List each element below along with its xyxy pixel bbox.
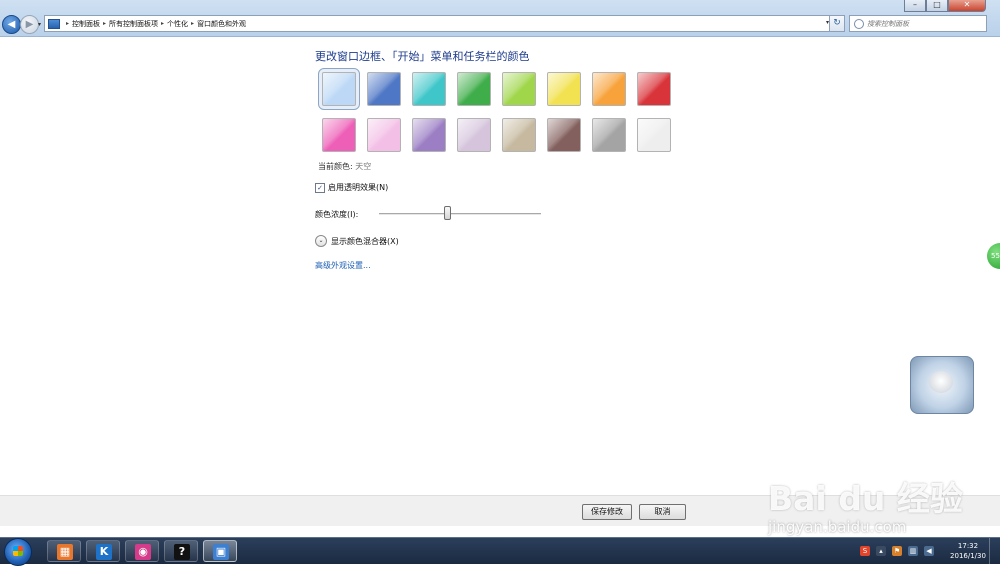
clock-date: 2016/1/30 [950, 552, 986, 560]
taskbar-button-metro[interactable]: ▦ [47, 540, 81, 562]
current-color: 当前颜色: 天空 [318, 161, 371, 172]
arrow-left-icon: ◀ [7, 19, 16, 30]
recent-pages-dropdown[interactable]: ▾ [38, 21, 41, 28]
intensity-slider-thumb[interactable] [443, 206, 451, 220]
control-panel-icon: ▣ [213, 544, 229, 560]
control-panel-icon [48, 18, 60, 29]
minimize-button[interactable]: – [904, 0, 926, 12]
color-swatch-sky[interactable] [318, 68, 360, 110]
taskbar-button-help[interactable]: ? [164, 540, 198, 562]
address-bar[interactable]: ▸ 控制面板 ▸ 所有控制面板项 ▸ 个性化 ▸ 窗口颜色和外观 ▾ [44, 15, 844, 32]
chevron-down-icon[interactable]: ⌄ [315, 235, 327, 247]
current-color-label: 当前颜色: [318, 162, 353, 171]
color-swatch-twilight[interactable] [367, 72, 401, 106]
color-swatch-violet[interactable] [412, 118, 446, 152]
breadcrumb-control-panel[interactable]: 控制面板 [72, 19, 100, 29]
intensity-slider-track[interactable] [379, 213, 541, 215]
window-controls: – □ ✕ [904, 0, 986, 12]
taskbar-button-color-wheel[interactable]: ◉ [125, 540, 159, 562]
tray-expand-icon[interactable]: ▴ [876, 546, 886, 556]
intensity-label: 颜色浓度(I): [315, 210, 359, 219]
color-swatch-sun[interactable] [547, 72, 581, 106]
current-color-value: 天空 [355, 162, 372, 171]
help-icon: ? [174, 544, 190, 560]
color-mixer-toggle[interactable]: ⌄ 显示颜色混合器(X) [315, 235, 399, 247]
network-icon[interactable]: ▥ [908, 546, 918, 556]
floating-speed-ball[interactable]: 55 [987, 243, 1000, 269]
show-desktop-button[interactable] [989, 538, 1000, 564]
color-mixer-label[interactable]: 显示颜色混合器(X) [331, 236, 399, 247]
watermark-text: Bai du 经验 [768, 479, 963, 518]
color-swatch-chocolate[interactable] [547, 118, 581, 152]
color-swatch-fuchsia[interactable] [322, 118, 356, 152]
explorer-toolbar: – □ ✕ ◀ ▶ ▾ ▸ 控制面板 ▸ 所有控制面板项 ▸ 个性化 ▸ 窗口颜… [0, 0, 1000, 37]
cancel-button[interactable]: 取消 [639, 504, 686, 520]
color-swatch-frost[interactable] [637, 118, 671, 152]
k-icon: K [96, 544, 112, 560]
color-swatch-sea[interactable] [412, 72, 446, 106]
close-button[interactable]: ✕ [948, 0, 986, 12]
search-icon [854, 18, 864, 29]
advanced-appearance-link[interactable]: 高级外观设置... [315, 260, 371, 271]
baidu-watermark: Bai du 经验 jingyan.baidu.com [768, 470, 968, 540]
save-changes-button[interactable]: 保存修改 [582, 504, 632, 520]
breadcrumb-separator[interactable]: ▸ [161, 20, 164, 27]
metro-icon: ▦ [57, 544, 73, 560]
maximize-button[interactable]: □ [926, 0, 948, 12]
system-tray: S ▴ ⚑ ▥ ◀ [860, 538, 940, 564]
breadcrumb-separator[interactable]: ▸ [103, 20, 106, 27]
color-swatch-taupe[interactable] [502, 118, 536, 152]
transparency-option[interactable]: ✓ 启用透明效果(N) [315, 182, 388, 193]
taskbar: ▦ K ◉? ▣ S ▴ ⚑ ▥ ◀ 17:32 2016/1/30 [0, 537, 1000, 566]
breadcrumb-personalization[interactable]: 个性化 [167, 19, 188, 29]
refresh-button[interactable]: ↻ [829, 15, 845, 32]
sogou-icon[interactable]: S [860, 546, 870, 556]
breadcrumb-separator[interactable]: ▸ [191, 20, 194, 27]
color-swatch-blush[interactable] [367, 118, 401, 152]
volume-icon[interactable]: ◀ [924, 546, 934, 556]
color-swatch-pumpkin[interactable] [592, 72, 626, 106]
back-button[interactable]: ◀ [2, 15, 21, 34]
search-box[interactable]: 搜索控制面板 [849, 15, 987, 32]
color-swatch-grid [318, 68, 682, 156]
breadcrumb-separator[interactable]: ▸ [66, 20, 69, 27]
transparency-checkbox[interactable]: ✓ [315, 182, 325, 193]
search-placeholder: 搜索控制面板 [867, 19, 909, 28]
warning-flag-icon[interactable]: ⚑ [892, 546, 902, 556]
page-title: 更改窗口边框、「开始」菜单和任务栏的颜色 [315, 50, 530, 63]
clock-time: 17:32 [957, 542, 979, 550]
arrow-right-icon: ▶ [25, 19, 34, 30]
color-wheel-icon: ◉ [135, 544, 151, 560]
watermark-url: jingyan.baidu.com [768, 518, 907, 536]
desktop-pet-widget[interactable] [910, 356, 974, 414]
windows-logo-icon [13, 546, 23, 556]
clock[interactable]: 17:32 2016/1/30 [948, 541, 988, 561]
taskbar-button-control-panel[interactable]: ▣ [203, 540, 237, 562]
color-swatch-slate[interactable] [592, 118, 626, 152]
taskbar-button-k[interactable]: K [86, 540, 120, 562]
start-button[interactable] [4, 538, 32, 566]
pet-icon [929, 371, 953, 393]
breadcrumb-window-color[interactable]: 窗口颜色和外观 [197, 19, 246, 29]
breadcrumb-all-items[interactable]: 所有控制面板项 [109, 19, 158, 29]
color-swatch-ruby[interactable] [637, 72, 671, 106]
color-swatch-leaf[interactable] [457, 72, 491, 106]
color-swatch-lavender[interactable] [457, 118, 491, 152]
transparency-label[interactable]: 启用透明效果(N) [328, 182, 388, 193]
forward-button[interactable]: ▶ [20, 15, 39, 34]
color-swatch-lime[interactable] [502, 72, 536, 106]
